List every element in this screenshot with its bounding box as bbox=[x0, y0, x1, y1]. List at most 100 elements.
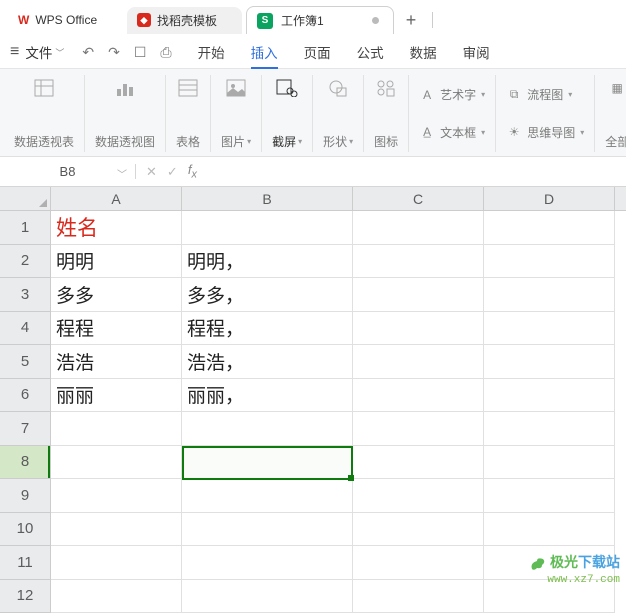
file-menu[interactable]: 文件 ﹀ bbox=[25, 42, 64, 62]
hamburger-icon[interactable]: ≡ bbox=[10, 43, 19, 61]
cell[interactable] bbox=[182, 412, 353, 446]
undo-button[interactable]: ↶ bbox=[82, 44, 94, 61]
cell[interactable]: 姓名 bbox=[51, 211, 182, 245]
app-tab-docer[interactable]: ◆ 找稻壳模板 bbox=[127, 7, 242, 34]
tab-start[interactable]: 开始 bbox=[198, 42, 225, 62]
col-header[interactable]: A bbox=[51, 187, 182, 210]
cells-area[interactable]: 姓名明明明明，多多多多，程程程程，浩浩浩浩，丽丽丽丽， bbox=[51, 211, 615, 613]
cell[interactable]: 浩浩 bbox=[51, 345, 182, 379]
cell[interactable] bbox=[353, 412, 484, 446]
row-header[interactable]: 7 bbox=[0, 412, 50, 446]
row-header[interactable]: 10 bbox=[0, 513, 50, 547]
print-button[interactable]: ⎙ bbox=[160, 44, 171, 61]
cell[interactable] bbox=[484, 278, 615, 312]
cell[interactable] bbox=[182, 446, 353, 480]
column-headers[interactable]: A B C D bbox=[51, 187, 626, 211]
cell[interactable] bbox=[484, 580, 615, 613]
row-header[interactable]: 9 bbox=[0, 479, 50, 513]
cell[interactable] bbox=[484, 245, 615, 279]
cell[interactable] bbox=[51, 446, 182, 480]
cell[interactable] bbox=[182, 546, 353, 580]
row-header[interactable]: 5 bbox=[0, 345, 50, 379]
name-box[interactable]: B8 ﹀ bbox=[0, 164, 136, 179]
shape-button[interactable]: 形状▾ bbox=[313, 75, 364, 152]
cell[interactable] bbox=[353, 479, 484, 513]
cell[interactable] bbox=[484, 546, 615, 580]
tab-review[interactable]: 审阅 bbox=[463, 42, 490, 62]
cell[interactable] bbox=[51, 546, 182, 580]
mindmap-button[interactable]: ☀思维导图▾ bbox=[506, 116, 584, 150]
redo-button[interactable]: ↷ bbox=[108, 44, 120, 61]
cell[interactable]: 明明 bbox=[51, 245, 182, 279]
cell[interactable]: 丽丽 bbox=[51, 379, 182, 413]
row-headers[interactable]: 123456789101112 bbox=[0, 211, 51, 613]
cell[interactable] bbox=[182, 580, 353, 613]
cell[interactable] bbox=[484, 479, 615, 513]
cell[interactable] bbox=[484, 513, 615, 547]
tab-page[interactable]: 页面 bbox=[304, 42, 331, 62]
tab-formula[interactable]: 公式 bbox=[357, 42, 384, 62]
save-button[interactable]: ☐ bbox=[134, 44, 147, 61]
cell[interactable] bbox=[353, 312, 484, 346]
formula-input[interactable] bbox=[207, 164, 626, 179]
row-header[interactable]: 2 bbox=[0, 245, 50, 279]
all-button[interactable]: ▦ 全部 bbox=[595, 75, 626, 152]
table-button[interactable]: 表格 bbox=[166, 75, 211, 152]
cell[interactable] bbox=[353, 278, 484, 312]
workbook-tab[interactable]: S 工作簿1 bbox=[246, 6, 394, 34]
cell[interactable] bbox=[353, 546, 484, 580]
row-header[interactable]: 8 bbox=[0, 446, 50, 480]
cell[interactable] bbox=[484, 345, 615, 379]
app-tab-wps[interactable]: W WPS Office bbox=[8, 8, 123, 32]
cell[interactable] bbox=[484, 379, 615, 413]
new-tab-button[interactable]: + bbox=[398, 10, 425, 31]
cell[interactable] bbox=[51, 580, 182, 613]
row-header[interactable]: 3 bbox=[0, 278, 50, 312]
cell[interactable]: 多多 bbox=[51, 278, 182, 312]
col-header[interactable]: C bbox=[353, 187, 484, 210]
cell[interactable] bbox=[353, 211, 484, 245]
cell[interactable] bbox=[51, 513, 182, 547]
cell[interactable] bbox=[182, 211, 353, 245]
row-header[interactable]: 4 bbox=[0, 312, 50, 346]
fx-icon[interactable]: fx bbox=[188, 162, 197, 181]
row-header[interactable]: 1 bbox=[0, 211, 50, 245]
tab-insert[interactable]: 插入 bbox=[251, 42, 278, 62]
cell[interactable] bbox=[353, 446, 484, 480]
cell[interactable]: 程程 bbox=[51, 312, 182, 346]
cell[interactable] bbox=[484, 211, 615, 245]
cell[interactable] bbox=[484, 446, 615, 480]
cell[interactable]: 多多， bbox=[182, 278, 353, 312]
cell[interactable] bbox=[353, 379, 484, 413]
cell[interactable] bbox=[484, 412, 615, 446]
tab-data[interactable]: 数据 bbox=[410, 42, 437, 62]
icon-button[interactable]: 图标 bbox=[364, 75, 409, 152]
row-header[interactable]: 11 bbox=[0, 546, 50, 580]
col-header[interactable]: D bbox=[484, 187, 615, 210]
cell[interactable] bbox=[51, 412, 182, 446]
cell[interactable] bbox=[51, 479, 182, 513]
pivot-table-button[interactable]: 数据透视表 bbox=[4, 75, 85, 152]
select-all-corner[interactable] bbox=[0, 187, 51, 211]
cell[interactable]: 程程， bbox=[182, 312, 353, 346]
wordart-button[interactable]: A艺术字▾ bbox=[419, 78, 485, 112]
cancel-icon[interactable]: ✕ bbox=[146, 164, 157, 180]
picture-button[interactable]: 图片▾ bbox=[211, 75, 262, 152]
cell[interactable] bbox=[353, 245, 484, 279]
screenshot-button[interactable]: 截屏▾ bbox=[262, 75, 313, 152]
col-header[interactable]: B bbox=[182, 187, 353, 210]
row-header[interactable]: 6 bbox=[0, 379, 50, 413]
textbox-button[interactable]: A̲文本框▾ bbox=[419, 116, 485, 150]
cell[interactable] bbox=[353, 345, 484, 379]
pivot-chart-button[interactable]: 数据透视图 bbox=[85, 75, 166, 152]
flowchart-button[interactable]: ⧉流程图▾ bbox=[506, 78, 584, 112]
cell[interactable] bbox=[182, 479, 353, 513]
spreadsheet-grid[interactable]: A B C D 123456789101112 姓名明明明明，多多多多，程程程程… bbox=[0, 187, 626, 613]
cell[interactable] bbox=[353, 580, 484, 613]
cell[interactable] bbox=[353, 513, 484, 547]
row-header[interactable]: 12 bbox=[0, 580, 50, 613]
cell[interactable] bbox=[484, 312, 615, 346]
confirm-icon[interactable]: ✓ bbox=[167, 164, 178, 180]
cell[interactable]: 明明， bbox=[182, 245, 353, 279]
cell[interactable] bbox=[182, 513, 353, 547]
